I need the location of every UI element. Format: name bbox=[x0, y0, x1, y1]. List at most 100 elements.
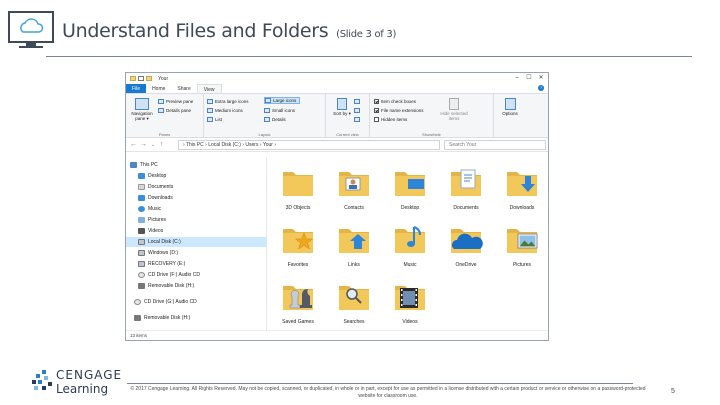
folder-desktop[interactable]: Desktop bbox=[385, 162, 435, 217]
preview-pane-button[interactable]: Preview pane bbox=[158, 98, 193, 105]
options-button[interactable]: Options bbox=[498, 98, 522, 116]
tree-item-label: Documents bbox=[148, 184, 174, 190]
details-pane-button[interactable]: Details pane bbox=[158, 107, 191, 114]
ribbon-tabs: File Home Share View ? bbox=[126, 84, 548, 94]
item-check-boxes-checkbox[interactable] bbox=[374, 99, 379, 104]
list-icon bbox=[207, 117, 213, 122]
tree-item-windows-d[interactable]: Windows (D:) bbox=[138, 248, 266, 258]
computer-icon bbox=[130, 162, 137, 168]
forward-icon[interactable]: → bbox=[140, 141, 147, 149]
item-label: Pictures bbox=[512, 262, 532, 268]
hidden-items-checkbox[interactable] bbox=[374, 117, 379, 122]
hide-selected-icon bbox=[449, 98, 459, 110]
tree-item-documents[interactable]: Documents bbox=[138, 182, 266, 192]
slide-header: Understand Files and Folders (Slide 3 of… bbox=[0, 0, 720, 60]
tree-item-local-disk-c[interactable]: Local Disk (C:) bbox=[126, 237, 266, 247]
layout-large-icons[interactable]: Large icons bbox=[264, 97, 301, 104]
tree-item-downloads[interactable]: Downloads bbox=[138, 193, 266, 203]
tree-item-label: Removable Disk (H:) bbox=[148, 283, 195, 289]
drive-icon bbox=[138, 239, 145, 245]
folder-music[interactable]: Music bbox=[385, 219, 435, 274]
medium-icons-icon bbox=[207, 108, 213, 113]
item-check-boxes-toggle[interactable]: Item check boxes bbox=[374, 98, 416, 105]
layout-item-label: Medium icons bbox=[215, 108, 243, 113]
navigation-pane-button[interactable]: Navigation pane ▾ bbox=[129, 98, 155, 121]
tree-item-this-pc[interactable]: This PC bbox=[130, 160, 266, 170]
folder-saved-games[interactable]: Saved Games bbox=[273, 276, 323, 331]
folder-videos[interactable]: Videos bbox=[385, 276, 435, 331]
sort-by-button[interactable]: Sort by ▾ bbox=[332, 98, 352, 116]
layout-details[interactable]: Details bbox=[264, 116, 286, 123]
folder-downloads[interactable]: Downloads bbox=[497, 162, 547, 217]
group-panes: Navigation pane ▾ Preview pane Details p… bbox=[126, 94, 204, 138]
layout-medium-icons[interactable]: Medium icons bbox=[207, 107, 243, 114]
documents-folder-icon bbox=[451, 169, 481, 196]
navigation-pane-label: Navigation pane ▾ bbox=[131, 111, 153, 121]
header-divider bbox=[46, 56, 692, 57]
close-icon[interactable]: ✕ bbox=[536, 74, 546, 82]
file-name-extensions-toggle[interactable]: File name extensions bbox=[374, 107, 424, 114]
recent-locations-icon[interactable]: ⌄ bbox=[151, 141, 155, 149]
tab-home[interactable]: Home bbox=[146, 84, 171, 93]
quick-access-properties-icon[interactable] bbox=[138, 76, 144, 81]
large-icons-icon bbox=[265, 98, 271, 103]
desktop-folder-icon bbox=[395, 172, 425, 196]
tree-item-removable-disk-h[interactable]: Removable Disk (H:) bbox=[138, 281, 266, 291]
layout-extra-large-icons[interactable]: Extra large icons bbox=[207, 98, 249, 105]
size-columns-icon bbox=[354, 117, 360, 122]
ribbon-view: Navigation pane ▾ Preview pane Details p… bbox=[126, 94, 548, 138]
layout-small-icons[interactable]: Small icons bbox=[264, 107, 295, 114]
tree-item-desktop[interactable]: Desktop bbox=[138, 171, 266, 181]
navigation-pane-icon bbox=[135, 98, 149, 110]
item-check-boxes-label: Item check boxes bbox=[381, 99, 417, 104]
downloads-folder-icon bbox=[507, 172, 537, 196]
tab-file[interactable]: File bbox=[126, 84, 147, 93]
help-icon[interactable]: ? bbox=[538, 85, 544, 91]
tree-item-cd-drive-g[interactable]: CD Drive (G:) Audio CD bbox=[134, 297, 266, 307]
hidden-items-toggle[interactable]: Hidden items bbox=[374, 116, 407, 123]
small-icons-icon bbox=[264, 108, 270, 113]
item-label: Favorites bbox=[287, 262, 309, 268]
quick-access-folder-icon[interactable] bbox=[130, 76, 136, 81]
tree-item-label: Local Disk (C:) bbox=[148, 239, 181, 245]
add-columns-icon bbox=[354, 108, 360, 113]
file-explorer-window: Your – ☐ ✕ File Home Share View ? Naviga… bbox=[125, 72, 549, 341]
folder-3d-objects[interactable]: 3D Objects bbox=[273, 162, 323, 217]
folder-contacts[interactable]: Contacts bbox=[329, 162, 379, 217]
search-input[interactable]: Search Your bbox=[444, 140, 546, 150]
group-by-button[interactable] bbox=[354, 98, 360, 105]
maximize-icon[interactable]: ☐ bbox=[524, 74, 534, 82]
folder-documents[interactable]: Documents bbox=[441, 162, 491, 217]
tree-item-pictures[interactable]: Pictures bbox=[138, 215, 266, 225]
folder-links[interactable]: Links bbox=[329, 219, 379, 274]
address-bar[interactable]: › This PC › Local Disk (C:) › Users › Yo… bbox=[178, 140, 440, 150]
tree-item-videos[interactable]: Videos bbox=[138, 226, 266, 236]
desktop-icon bbox=[138, 173, 145, 179]
details-pane-label: Details pane bbox=[166, 108, 192, 113]
hide-selected-items-button[interactable]: Hide selected items bbox=[440, 98, 468, 121]
tree-item-cd-drive-f[interactable]: CD Drive (F:) Audio CD bbox=[138, 270, 266, 280]
back-icon[interactable]: ← bbox=[130, 141, 137, 149]
cengage-logo-mark-icon bbox=[32, 370, 52, 390]
group-label-layout: Layout bbox=[258, 132, 271, 137]
folder-pictures[interactable]: Pictures bbox=[497, 219, 547, 274]
folder-searches[interactable]: Searches bbox=[329, 276, 379, 331]
file-name-extensions-checkbox[interactable] bbox=[374, 108, 379, 113]
tree-item-removable-disk-h-root[interactable]: Removable Disk (H:) bbox=[134, 313, 266, 323]
monitor-cloud-icon bbox=[8, 11, 54, 48]
add-columns-button[interactable] bbox=[354, 107, 360, 114]
minimize-icon[interactable]: – bbox=[512, 74, 522, 82]
tree-item-recovery-e[interactable]: RECOVERY (E:) bbox=[138, 259, 266, 269]
tab-share[interactable]: Share bbox=[171, 84, 196, 93]
folder-onedrive[interactable]: OneDrive bbox=[441, 219, 491, 274]
quick-access-new-folder-icon[interactable] bbox=[146, 76, 152, 81]
page-number: 5 bbox=[671, 388, 675, 395]
tab-view[interactable]: View bbox=[196, 84, 222, 93]
tree-item-music[interactable]: Music bbox=[138, 204, 266, 214]
size-columns-button[interactable] bbox=[354, 116, 360, 123]
layout-list[interactable]: List bbox=[207, 116, 222, 123]
folder-favorites[interactable]: Favorites bbox=[273, 219, 323, 274]
up-icon[interactable]: ↑ bbox=[160, 141, 164, 149]
copyright-notice: © 2017 Cengage Learning. All Rights Rese… bbox=[130, 386, 646, 399]
sort-by-icon bbox=[337, 98, 347, 110]
